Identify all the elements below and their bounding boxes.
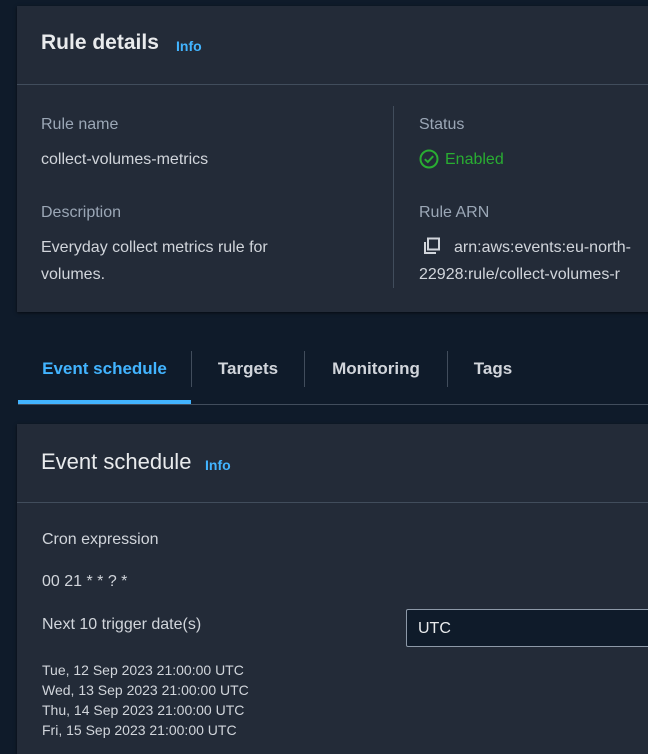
check-circle-icon xyxy=(419,149,439,169)
copy-arn-button[interactable] xyxy=(423,237,443,257)
detail-tabs: Event schedule Targets Monitoring Tags xyxy=(18,336,648,405)
cron-expression-label: Cron expression xyxy=(42,531,159,548)
tab-targets[interactable]: Targets xyxy=(192,336,304,402)
list-item: Thu, 14 Sep 2023 21:00:00 UTC xyxy=(42,702,245,718)
rule-details-title: Rule details xyxy=(41,31,159,54)
tab-monitoring[interactable]: Monitoring xyxy=(305,336,447,402)
description-label: Description xyxy=(41,204,122,221)
rule-details-panel: Rule details Info Rule name collect-volu… xyxy=(17,6,648,312)
rule-arn-label: Rule ARN xyxy=(419,204,490,221)
tab-tags[interactable]: Tags xyxy=(448,336,538,402)
column-divider xyxy=(393,106,394,288)
list-item: Wed, 13 Sep 2023 21:00:00 UTC xyxy=(42,682,249,698)
tab-event-schedule[interactable]: Event schedule xyxy=(18,336,191,404)
next-trigger-dates-label: Next 10 trigger date(s) xyxy=(42,616,202,633)
trigger-dates-list: Tue, 12 Sep 2023 21:00:00 UTC Wed, 13 Se… xyxy=(42,660,249,740)
rule-arn-line-2: 22928:rule/collect-volumes-r xyxy=(419,266,620,283)
status-indicator xyxy=(419,149,441,171)
event-schedule-info-link[interactable]: Info xyxy=(205,457,231,473)
cron-expression-value: 00 21 * * ? * xyxy=(42,573,128,590)
event-schedule-title: Event schedule xyxy=(41,449,192,474)
list-item: Fri, 15 Sep 2023 21:00:00 UTC xyxy=(42,722,237,738)
rule-arn-line-1: arn:aws:events:eu-north- xyxy=(454,239,631,256)
status-label: Status xyxy=(419,116,465,133)
timezone-select[interactable]: UTC xyxy=(406,609,648,647)
rule-name-value: collect-volumes-metrics xyxy=(41,151,209,168)
rule-details-info-link[interactable]: Info xyxy=(176,38,202,54)
copy-icon xyxy=(424,237,440,254)
rule-name-label: Rule name xyxy=(41,116,119,133)
list-item: Tue, 12 Sep 2023 21:00:00 UTC xyxy=(42,662,244,678)
rule-details-header: Rule details Info xyxy=(17,6,648,85)
status-value: Enabled xyxy=(445,151,504,168)
event-schedule-header: Event schedule Info xyxy=(17,424,648,503)
description-value: Everyday collect metrics rule for volume… xyxy=(41,239,268,283)
